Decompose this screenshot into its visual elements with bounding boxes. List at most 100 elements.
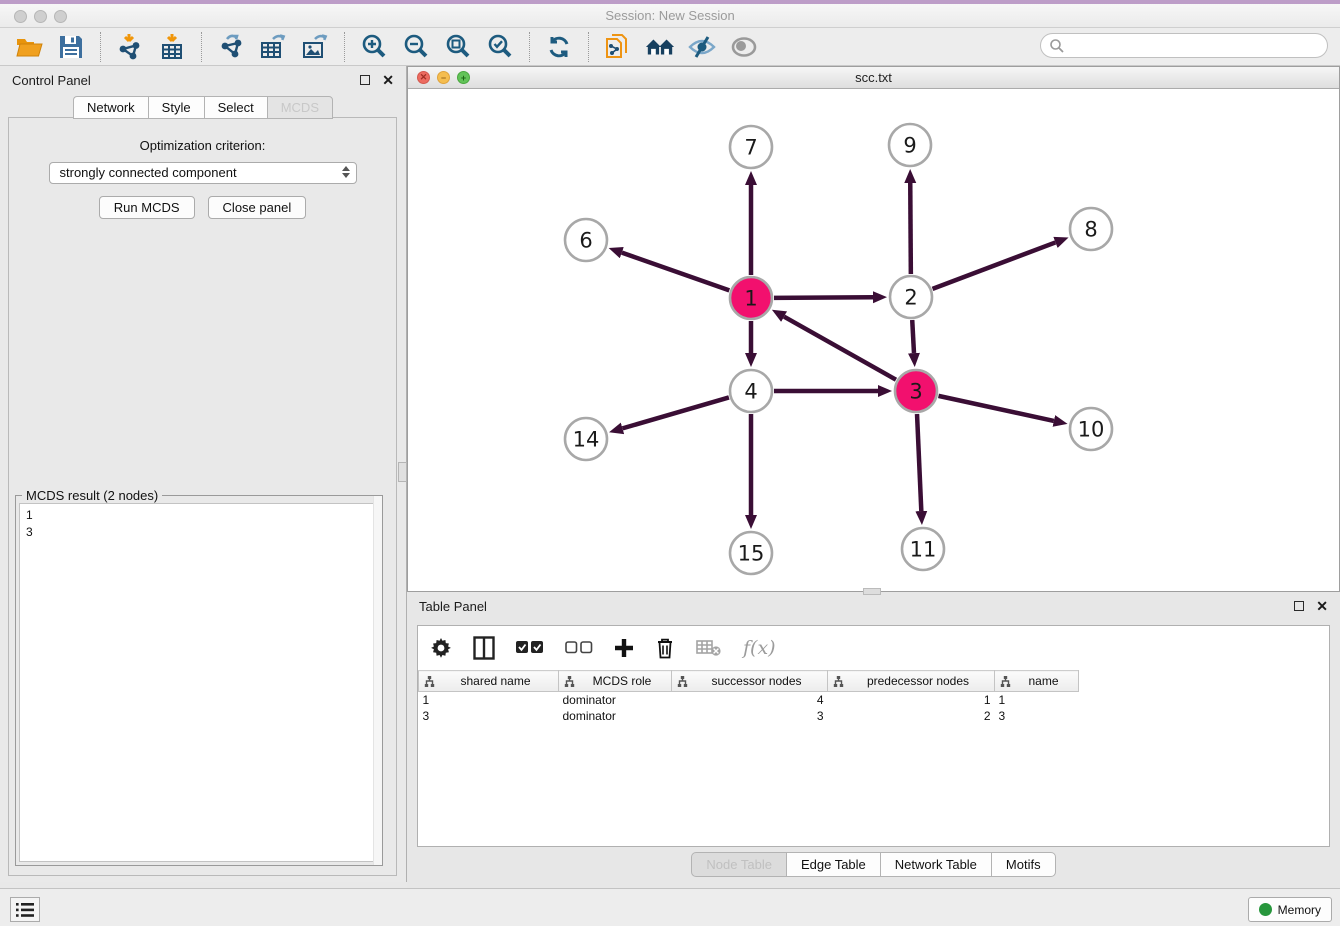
graph-node-11[interactable]: 11 bbox=[902, 528, 944, 570]
memory-button[interactable]: Memory bbox=[1248, 897, 1332, 922]
graph-edge-1-6[interactable] bbox=[622, 253, 729, 291]
save-session-icon[interactable] bbox=[56, 32, 86, 62]
table-header-row: shared name MCDS role successor nodes pr… bbox=[419, 671, 1079, 692]
graph-node-3[interactable]: 3 bbox=[895, 370, 937, 412]
table-panel: Table Panel ✕ bbox=[407, 592, 1340, 888]
delete-table-icon[interactable] bbox=[696, 635, 722, 661]
svg-text:10: 10 bbox=[1078, 418, 1105, 442]
float-table-panel-icon[interactable] bbox=[1294, 601, 1304, 611]
refresh-icon[interactable] bbox=[544, 32, 574, 62]
open-file-icon[interactable] bbox=[14, 32, 44, 62]
control-panel: Control Panel ✕ Network Style Select MCD… bbox=[0, 66, 407, 882]
attribute-icon bbox=[1000, 676, 1011, 687]
column-header-name[interactable]: name bbox=[995, 671, 1079, 692]
tab-node-table[interactable]: Node Table bbox=[691, 852, 786, 877]
graph-edge-3-10[interactable] bbox=[938, 396, 1053, 421]
add-icon[interactable] bbox=[614, 635, 634, 661]
status-bar: Memory bbox=[0, 888, 1340, 926]
task-history-button[interactable] bbox=[10, 897, 40, 922]
column-header-successor-nodes[interactable]: successor nodes bbox=[672, 671, 828, 692]
optimization-criterion-select[interactable]: strongly connected component bbox=[49, 162, 357, 184]
graph-node-1[interactable]: 1 bbox=[730, 277, 772, 319]
window-titlebar: Session: New Session bbox=[0, 0, 1340, 28]
graph-edge-3-1[interactable] bbox=[784, 317, 896, 380]
graph-edge-2-8[interactable] bbox=[933, 242, 1056, 288]
column-header-mcds-role[interactable]: MCDS role bbox=[559, 671, 672, 692]
import-network-icon[interactable] bbox=[115, 32, 145, 62]
network-window-titlebar: ✕ − + scc.txt bbox=[408, 67, 1339, 89]
graph-edge-4-14[interactable] bbox=[622, 397, 728, 428]
gear-icon[interactable] bbox=[430, 635, 452, 661]
export-table-icon[interactable] bbox=[258, 32, 288, 62]
table-toolbar: f(x) bbox=[418, 626, 1329, 670]
export-network-icon[interactable] bbox=[216, 32, 246, 62]
delete-icon[interactable] bbox=[655, 635, 675, 661]
tab-mcds[interactable]: MCDS bbox=[267, 96, 333, 119]
column-panel-icon[interactable] bbox=[473, 635, 495, 661]
horizontal-splitter-handle[interactable] bbox=[863, 588, 881, 595]
graph-node-4[interactable]: 4 bbox=[730, 370, 772, 412]
graph-edge-1-2[interactable] bbox=[774, 297, 873, 298]
graph-node-7[interactable]: 7 bbox=[730, 126, 772, 168]
toolbar-divider bbox=[529, 32, 530, 62]
close-panel-icon[interactable]: ✕ bbox=[382, 75, 394, 85]
zoom-out-icon[interactable] bbox=[401, 32, 431, 62]
memory-status-icon bbox=[1259, 903, 1272, 916]
column-header-predecessor-nodes[interactable]: predecessor nodes bbox=[828, 671, 995, 692]
mcds-tab-content: Optimization criterion: strongly connect… bbox=[8, 117, 397, 876]
vertical-splitter-handle[interactable] bbox=[398, 462, 407, 482]
main-toolbar bbox=[0, 28, 1340, 66]
zoom-fit-icon[interactable] bbox=[443, 32, 473, 62]
network-canvas[interactable]: 7 9 6 8 1 2 4 3 14 10 15 11 bbox=[408, 89, 1339, 591]
run-mcds-button[interactable]: Run MCDS bbox=[99, 196, 195, 219]
close-panel-button[interactable]: Close panel bbox=[208, 196, 307, 219]
mcds-result-textarea[interactable]: 1 3 bbox=[19, 503, 379, 862]
copy-network-icon[interactable] bbox=[603, 32, 633, 62]
graph-node-14[interactable]: 14 bbox=[565, 418, 607, 460]
tab-style[interactable]: Style bbox=[148, 96, 204, 119]
import-table-icon[interactable] bbox=[157, 32, 187, 62]
graph-node-6[interactable]: 6 bbox=[565, 219, 607, 261]
result-scrollbar[interactable] bbox=[373, 496, 382, 865]
zoom-in-icon[interactable] bbox=[359, 32, 389, 62]
tab-motifs[interactable]: Motifs bbox=[991, 852, 1056, 877]
graph-node-10[interactable]: 10 bbox=[1070, 408, 1112, 450]
select-all-checkboxes-icon[interactable] bbox=[516, 635, 544, 661]
graph-edge-3-11[interactable] bbox=[917, 414, 921, 511]
dropdown-stepper-icon bbox=[342, 166, 350, 178]
attribute-icon bbox=[564, 676, 575, 687]
graph-edge-2-9[interactable] bbox=[910, 183, 911, 274]
search-box bbox=[1040, 33, 1328, 58]
search-icon bbox=[1049, 38, 1065, 54]
tab-network[interactable]: Network bbox=[73, 96, 148, 119]
float-panel-icon[interactable] bbox=[360, 75, 370, 85]
function-builder-icon[interactable]: f(x) bbox=[743, 635, 776, 661]
close-table-panel-icon[interactable]: ✕ bbox=[1316, 601, 1328, 611]
tab-edge-table[interactable]: Edge Table bbox=[786, 852, 880, 877]
home-icon[interactable] bbox=[645, 32, 675, 62]
graph-edge-2-3[interactable] bbox=[912, 320, 914, 353]
show-eye-icon[interactable] bbox=[729, 32, 759, 62]
graph-node-15[interactable]: 15 bbox=[730, 532, 772, 574]
table-row[interactable]: 3 dominator 3 2 3 bbox=[419, 708, 1079, 724]
attribute-icon bbox=[677, 676, 688, 687]
svg-text:2: 2 bbox=[904, 286, 917, 310]
column-header-shared-name[interactable]: shared name bbox=[419, 671, 559, 692]
toolbar-divider bbox=[100, 32, 101, 62]
graph-node-8[interactable]: 8 bbox=[1070, 208, 1112, 250]
graph-node-2[interactable]: 2 bbox=[890, 276, 932, 318]
window-title: Session: New Session bbox=[0, 8, 1340, 23]
zoom-selected-icon[interactable] bbox=[485, 32, 515, 62]
graph-node-9[interactable]: 9 bbox=[889, 124, 931, 166]
deselect-checkboxes-icon[interactable] bbox=[565, 635, 593, 661]
svg-text:1: 1 bbox=[744, 287, 757, 311]
export-image-icon[interactable] bbox=[300, 32, 330, 62]
node-table-container: f(x) shared name MCDS role successor nod… bbox=[417, 625, 1330, 847]
tab-select[interactable]: Select bbox=[204, 96, 267, 119]
table-row[interactable]: 1 dominator 4 1 1 bbox=[419, 692, 1079, 708]
search-input[interactable] bbox=[1065, 36, 1327, 56]
hide-eye-icon[interactable] bbox=[687, 32, 717, 62]
control-panel-header: Control Panel ✕ bbox=[0, 66, 406, 94]
tab-network-table[interactable]: Network Table bbox=[880, 852, 991, 877]
control-panel-title: Control Panel bbox=[12, 73, 91, 88]
